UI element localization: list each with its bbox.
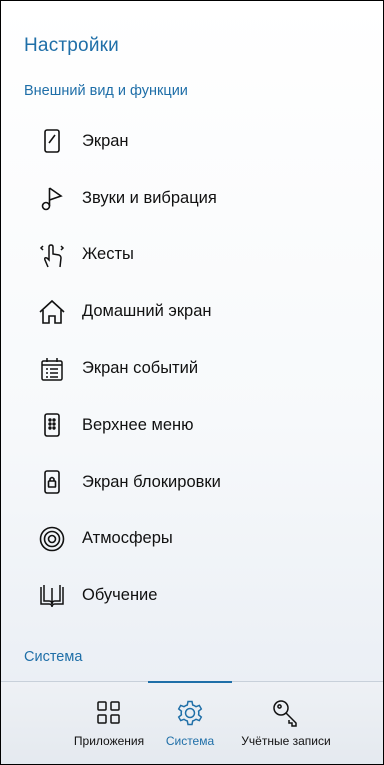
screen-icon [37,126,67,156]
settings-item-events-screen[interactable]: Экран событий [1,340,383,397]
settings-item-screen[interactable]: Экран [1,113,383,170]
settings-item-label: Верхнее меню [82,415,194,434]
settings-item-label: Экран событий [82,359,199,378]
home-icon [37,297,67,327]
settings-list: Экран Звуки и вибрация Жесты Домашний эк… [1,113,383,624]
settings-item-label: Домашний экран [82,302,212,321]
settings-item-label: Экран [82,131,129,150]
active-tab-indicator [148,681,232,683]
settings-item-gestures[interactable]: Жесты [1,227,383,284]
music-note-icon [37,183,67,213]
page-title: Настройки [24,35,119,56]
settings-item-learning[interactable]: Обучение [1,567,383,624]
section-header-appearance: Внешний вид и функции [24,83,188,99]
section-header-system: Система [24,649,83,665]
nav-tab-system[interactable]: Система [135,696,245,748]
settings-item-label: Жесты [82,245,134,264]
settings-screen: Настройки Внешний вид и функции Экран Зв… [0,0,384,765]
settings-item-label: Звуки и вибрация [82,188,217,207]
settings-item-lock-screen[interactable]: Экран блокировки [1,454,383,511]
settings-item-top-menu[interactable]: Верхнее меню [1,397,383,454]
settings-item-label: Атмосферы [82,529,173,548]
settings-item-label: Обучение [82,586,158,605]
gear-icon [135,696,245,730]
nav-tab-label: Учётные записи [241,734,331,748]
bottom-navigation: Приложения Система Учётные записи [1,681,383,764]
atmosphere-icon [37,524,67,554]
settings-item-sounds[interactable]: Звуки и вибрация [1,170,383,227]
book-icon [37,581,67,611]
settings-item-home-screen[interactable]: Домашний экран [1,283,383,340]
top-menu-icon [37,410,67,440]
calendar-list-icon [37,354,67,384]
nav-tab-label: Система [165,734,215,748]
gesture-hand-icon [37,240,67,270]
settings-item-atmospheres[interactable]: Атмосферы [1,511,383,568]
settings-item-label: Экран блокировки [82,472,221,491]
key-icon [231,696,341,730]
lock-screen-icon [37,467,67,497]
nav-tab-accounts[interactable]: Учётные записи [231,696,341,748]
